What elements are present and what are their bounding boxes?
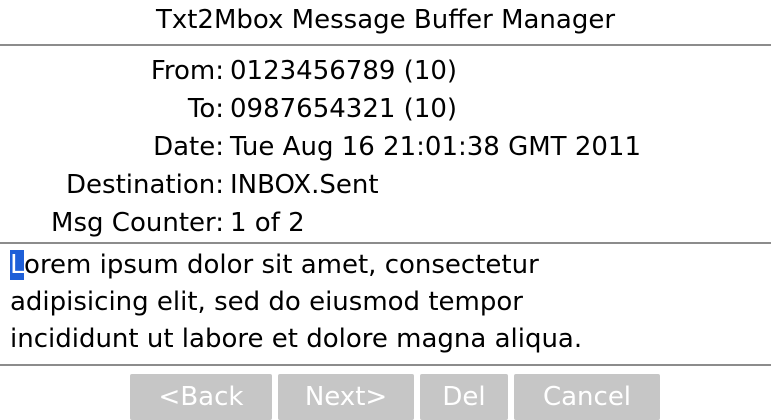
title-divider [0,44,771,46]
message-line-text: orem ipsum dolor sit amet, consectetur [24,250,539,280]
message-line: adipisicing elit, sed do eiusmod tempor [10,287,523,317]
destination-row: Destination: INBOX.Sent [0,166,771,204]
delete-button[interactable]: Del [420,374,508,420]
msg-counter-value: 1 of 2 [230,208,305,238]
msg-counter-label: Msg Counter: [51,208,224,238]
from-value: 0123456789 (10) [230,56,458,86]
cancel-button[interactable]: Cancel [514,374,660,420]
message-buffer-screen: Txt2Mbox Message Buffer Manager From: 01… [0,0,771,420]
message-header: From: 0123456789 (10) To: 0987654321 (10… [0,52,771,242]
msg-counter-row: Msg Counter: 1 of 2 [0,204,771,242]
text-cursor: L [10,250,25,280]
message-body[interactable]: Lorem ipsum dolor sit amet, consectetur … [10,247,760,358]
header-divider [0,242,771,244]
back-button[interactable]: <Back [130,374,272,420]
from-row: From: 0123456789 (10) [0,52,771,90]
to-label: To: [187,94,224,124]
to-row: To: 0987654321 (10) [0,90,771,128]
date-label: Date: [153,132,224,162]
message-line: incididunt ut labore et dolore magna ali… [10,324,583,354]
date-value: Tue Aug 16 21:01:38 GMT 2011 [230,132,641,162]
button-bar: <Back Next> Del Cancel [0,374,771,420]
message-line: Lorem ipsum dolor sit amet, consectetur [10,247,760,284]
next-button[interactable]: Next> [278,374,414,420]
destination-label: Destination: [66,170,224,200]
to-value: 0987654321 (10) [230,94,458,124]
destination-value: INBOX.Sent [230,170,379,200]
from-label: From: [150,56,224,86]
date-row: Date: Tue Aug 16 21:01:38 GMT 2011 [0,128,771,166]
body-divider [0,364,771,366]
app-title: Txt2Mbox Message Buffer Manager [155,5,616,35]
